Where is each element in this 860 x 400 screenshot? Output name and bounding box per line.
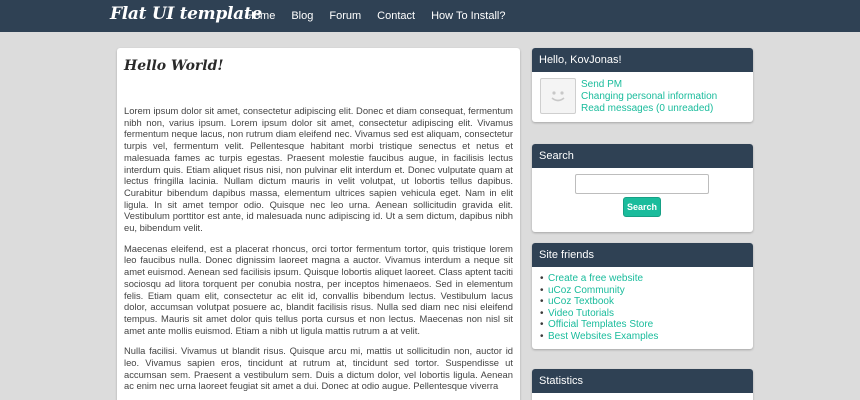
- avatar[interactable]: [540, 78, 576, 114]
- search-input[interactable]: [575, 174, 709, 194]
- bullet-icon: •: [540, 319, 544, 331]
- nav-how-to-install-link[interactable]: How To Install?: [423, 0, 513, 32]
- list-item: • Best Websites Examples: [540, 331, 753, 343]
- bullet-icon: •: [540, 296, 544, 308]
- friends-list: • Create a free website • uCoz Community •…: [532, 267, 753, 349]
- bullet-icon: •: [540, 330, 544, 342]
- friend-link[interactable]: Video Tutorials: [548, 308, 614, 319]
- list-item: • uCoz Textbook: [540, 296, 753, 308]
- friend-link[interactable]: Official Templates Store: [548, 319, 653, 330]
- read-messages-link[interactable]: Read messages (0 unreaded): [581, 103, 717, 115]
- nav-contact-link[interactable]: Contact: [369, 0, 423, 32]
- post-title: Hello World!: [124, 58, 224, 74]
- search-button[interactable]: Search: [623, 197, 661, 217]
- list-item: • uCoz Community: [540, 285, 753, 297]
- friend-link[interactable]: Create a free website: [548, 273, 643, 284]
- main-nav: Home Blog Forum Contact How To Install?: [238, 0, 513, 32]
- bullet-icon: •: [540, 284, 544, 296]
- post-card: Hello World! Lorem ipsum dolor sit amet,…: [117, 48, 520, 400]
- nav-forum-link[interactable]: Forum: [321, 0, 369, 32]
- bullet-icon: •: [540, 307, 544, 319]
- user-panel: Hello, KovJonas! Send PM Changing person…: [532, 48, 753, 122]
- list-item: • Official Templates Store: [540, 319, 753, 331]
- friend-link[interactable]: uCoz Community: [548, 285, 625, 296]
- list-item: • Video Tutorials: [540, 308, 753, 320]
- friend-link[interactable]: Best Websites Examples: [548, 331, 658, 342]
- top-navbar: Flat UI template Home Blog Forum Contact…: [0, 0, 860, 32]
- change-info-link[interactable]: Changing personal information: [581, 91, 717, 103]
- nav-home-link[interactable]: Home: [238, 0, 283, 32]
- list-item: • Create a free website: [540, 273, 753, 285]
- smiley-icon: [551, 91, 565, 102]
- stats-panel: Statistics: [532, 369, 753, 400]
- stats-title: Statistics: [532, 369, 753, 393]
- friends-panel: Site friends • Create a free website • uCo…: [532, 243, 753, 349]
- send-pm-link[interactable]: Send PM: [581, 79, 717, 91]
- friends-title: Site friends: [532, 243, 753, 267]
- nav-blog-link[interactable]: Blog: [283, 0, 321, 32]
- search-title: Search: [532, 144, 753, 168]
- post-paragraph: Nulla facilisi. Vivamus ut blandit risus…: [124, 345, 513, 392]
- post-paragraph: Maecenas eleifend, est a placerat rhoncu…: [124, 242, 513, 336]
- bullet-icon: •: [540, 273, 544, 284]
- friend-link[interactable]: uCoz Textbook: [548, 296, 614, 307]
- search-panel: Search Search: [532, 144, 753, 232]
- post-body: Lorem ipsum dolor sit amet, consectetur …: [124, 105, 513, 400]
- post-paragraph: Lorem ipsum dolor sit amet, consectetur …: [124, 105, 513, 234]
- user-greeting: Hello, KovJonas!: [532, 48, 753, 72]
